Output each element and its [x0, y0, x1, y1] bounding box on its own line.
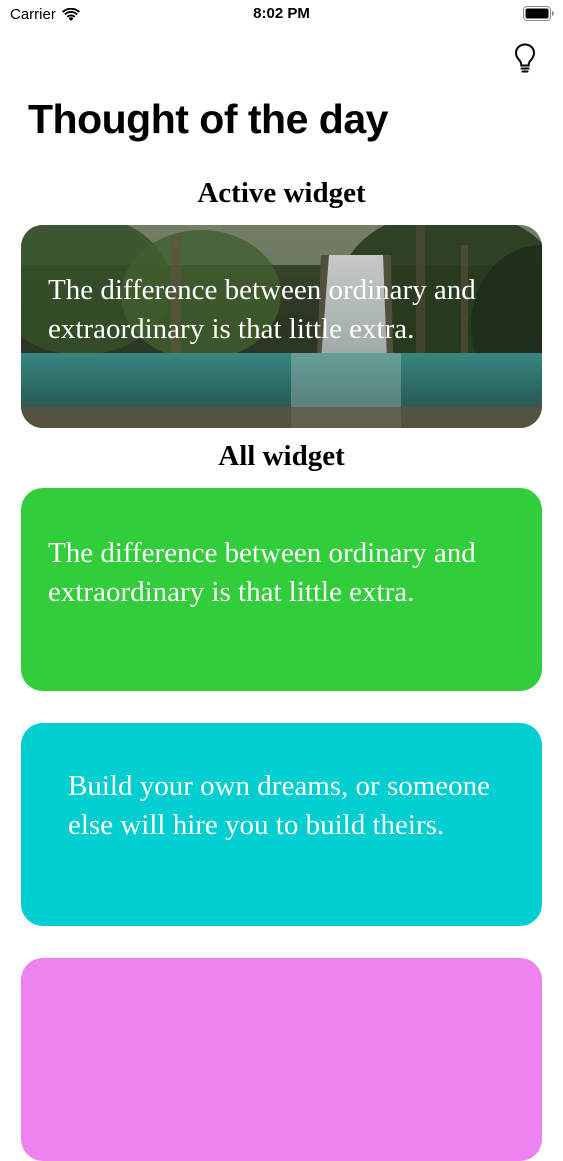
active-widget-quote: The difference between ordinary and extr… — [48, 274, 476, 345]
widget-card-cyan[interactable]: Build your own dreams, or someone else w… — [21, 723, 542, 926]
widget-quote: The difference between ordinary and extr… — [48, 537, 476, 608]
tips-button[interactable] — [513, 42, 537, 74]
status-time: 8:02 PM — [253, 5, 310, 22]
status-bar: Carrier 8:02 PM — [0, 0, 563, 30]
active-widget-heading: Active widget — [197, 177, 366, 209]
widget-card-pink[interactable] — [21, 958, 542, 1161]
lightbulb-icon — [514, 43, 536, 73]
widget-card-green[interactable]: The difference between ordinary and extr… — [21, 488, 542, 691]
page-title: Thought of the day — [28, 96, 388, 142]
active-widget-card[interactable]: The difference between ordinary and extr… — [21, 225, 542, 428]
battery-icon — [523, 6, 554, 21]
widget-quote: Build your own dreams, or someone else w… — [68, 770, 491, 841]
all-widget-heading: All widget — [218, 440, 345, 472]
